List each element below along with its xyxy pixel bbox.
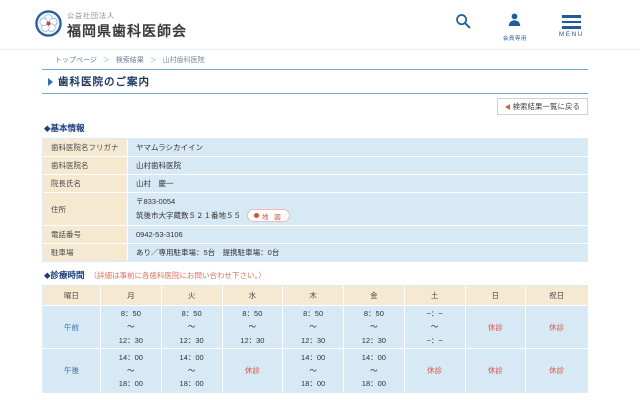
search-icon [455, 13, 471, 34]
hamburger-icon [561, 13, 581, 29]
main-content: 歯科医院のご案内 検索結果一覧に戻る ◆基本情報 歯科医院名フリガナ ヤマムラシ… [42, 69, 588, 400]
address-value: 〒833-0054 筑後市大字蔵数５２１番地５５ 地 図 [128, 193, 587, 226]
row-label: 住所 [43, 193, 128, 226]
schedule-cell: 14：00 ～ 18：00 [101, 349, 162, 392]
schedule-day-header: 月 [101, 286, 162, 306]
street-address: 筑後市大字蔵数５２１番地５５ [136, 211, 241, 220]
page-title: 歯科医院のご案内 [58, 76, 150, 88]
schedule-day-header: 水 [222, 286, 284, 306]
clinic-name: 山村歯科医院 [128, 157, 587, 175]
row-label: 電話番号 [43, 226, 128, 244]
director-name: 山村 慶一 [128, 175, 587, 193]
table-row: 電話番号 0942-53-3106 [43, 226, 587, 244]
schedule-row-label: 午後 [43, 349, 101, 392]
back-button-row: 検索結果一覧に戻る [42, 98, 588, 115]
org-type-label: 公益社団法人 [67, 12, 115, 20]
site-logo[interactable]: 公益社団法人 福岡県歯科医師会 [35, 9, 187, 42]
postal-code: 〒833-0054 [136, 197, 176, 206]
page-title-bar: 歯科医院のご案内 [42, 69, 588, 94]
schedule-afternoon-row: 午後 14：00 ～ 18：00 14：00 ～ 18：00 休診 14：00 ～ 18：0… [43, 349, 587, 392]
phone-number: 0942-53-3106 [128, 226, 587, 244]
map-button-label: 地 図 [262, 213, 283, 221]
table-row: 住所 〒833-0054 筑後市大字蔵数５２１番地５５ 地 図 [43, 193, 587, 226]
section-title: ◆基本情報 [44, 123, 85, 133]
schedule-cell: 14：00 ～ 18：00 [283, 349, 344, 392]
schedule-note: （詳細は事前に各歯科医院にお問い合わせ下さい。） [89, 271, 266, 280]
schedule-cell: 休診 [526, 349, 587, 392]
title-arrow-icon [48, 77, 53, 86]
schedule-day-header: 日 [465, 286, 527, 306]
schedule-day-header: 火 [161, 286, 223, 306]
breadcrumb: トップページ ＞ 検索結果 ＞ 山村歯科医院 [55, 55, 640, 65]
schedule-row-label: 午前 [43, 306, 101, 349]
schedule-day-header: 祝日 [526, 286, 587, 306]
search-button[interactable] [455, 13, 471, 34]
page: 公益社団法人 福岡県歯科医師会 会員専用 MENU トップページ ＞ 検索結果 … [0, 0, 640, 400]
menu-label: MENU [558, 30, 584, 38]
person-icon [508, 13, 521, 32]
schedule-cell: 休診 [404, 349, 466, 392]
org-name-label: 福岡県歯科医師会 [67, 22, 187, 39]
schedule-day-header: 金 [344, 286, 405, 306]
table-row: 駐車場 あり／専用駐車場：5台 提携駐車場：0台 [43, 244, 587, 261]
breadcrumb-search-results-link[interactable]: 検索結果 [116, 57, 144, 64]
breadcrumb-separator: ＞ [149, 57, 157, 64]
schedule-day-header: 木 [283, 286, 344, 306]
back-to-results-button[interactable]: 検索結果一覧に戻る [496, 98, 588, 115]
schedule-day-header: 土 [404, 286, 466, 306]
schedule-header-row: 曜日 月 火 水 木 金 土 日 祝日 [43, 286, 587, 306]
member-area-label: 会員専用 [502, 36, 527, 42]
header-actions: 会員専用 MENU [455, 9, 584, 42]
breadcrumb-separator: ＞ [102, 57, 110, 64]
schedule-cell: 14：00 ～ 18：00 [161, 349, 223, 392]
schedule-cell: −：− ～ −：− [404, 306, 466, 349]
logo-text: 公益社団法人 福岡県歯科医師会 [67, 11, 187, 41]
row-label: 院長氏名 [43, 175, 128, 193]
back-arrow-icon [504, 103, 510, 110]
schedule-heading: ◆診療時間 （詳細は事前に各歯科医院にお問い合わせ下さい。） [44, 269, 588, 281]
schedule-morning-row: 午前 8：50 ～ 12：30 8：50 ～ 12：30 8：50 ～ 12：30 8：50… [43, 306, 587, 349]
schedule-cell: 休診 [526, 306, 587, 349]
breadcrumb-home-link[interactable]: トップページ [55, 57, 97, 64]
site-header: 公益社団法人 福岡県歯科医師会 会員専用 MENU [0, 0, 640, 50]
basic-info-table: 歯科医院名フリガナ ヤマムラシカイイン 歯科医院名 山村歯科医院 院長氏名 山村… [42, 138, 588, 262]
schedule-cell: 8：50 ～ 12：30 [344, 306, 405, 349]
schedule-cell: 休診 [465, 306, 527, 349]
section-title: ◆診療時間 [44, 270, 85, 280]
clinic-name-kana: ヤマムラシカイイン [128, 139, 587, 157]
row-label: 歯科医院名フリガナ [43, 139, 128, 157]
schedule-table: 曜日 月 火 水 木 金 土 日 祝日 午前 8：50 ～ 12：30 8：50 ～ 1… [42, 285, 588, 393]
row-label: 駐車場 [43, 244, 128, 261]
member-area-button[interactable]: 会員専用 [503, 13, 527, 42]
parking-info: あり／専用駐車場：5台 提携駐車場：0台 [128, 244, 587, 261]
back-button-label: 検索結果一覧に戻る [512, 102, 581, 111]
map-pin-icon [254, 213, 259, 218]
breadcrumb-current-page: 山村歯科医院 [162, 57, 205, 64]
map-button[interactable]: 地 図 [247, 209, 290, 222]
basic-info-heading: ◆基本情報 [44, 122, 588, 134]
association-emblem-icon [35, 9, 62, 42]
schedule-cell: 休診 [465, 349, 527, 392]
schedule-cell: 8：50 ～ 12：30 [101, 306, 162, 349]
table-row: 歯科医院名 山村歯科医院 [43, 157, 587, 175]
menu-button[interactable]: MENU [559, 13, 584, 38]
schedule-cell: 14：00 ～ 18：00 [344, 349, 405, 392]
schedule-cell: 8：50 ～ 12：30 [161, 306, 223, 349]
schedule-cell: 休診 [222, 349, 284, 392]
schedule-cell: 8：50 ～ 12：30 [283, 306, 344, 349]
schedule-day-header: 曜日 [43, 286, 101, 306]
table-row: 院長氏名 山村 慶一 [43, 175, 587, 193]
schedule-cell: 8：50 ～ 12：30 [222, 306, 284, 349]
table-row: 歯科医院名フリガナ ヤマムラシカイイン [43, 139, 587, 157]
row-label: 歯科医院名 [43, 157, 128, 175]
